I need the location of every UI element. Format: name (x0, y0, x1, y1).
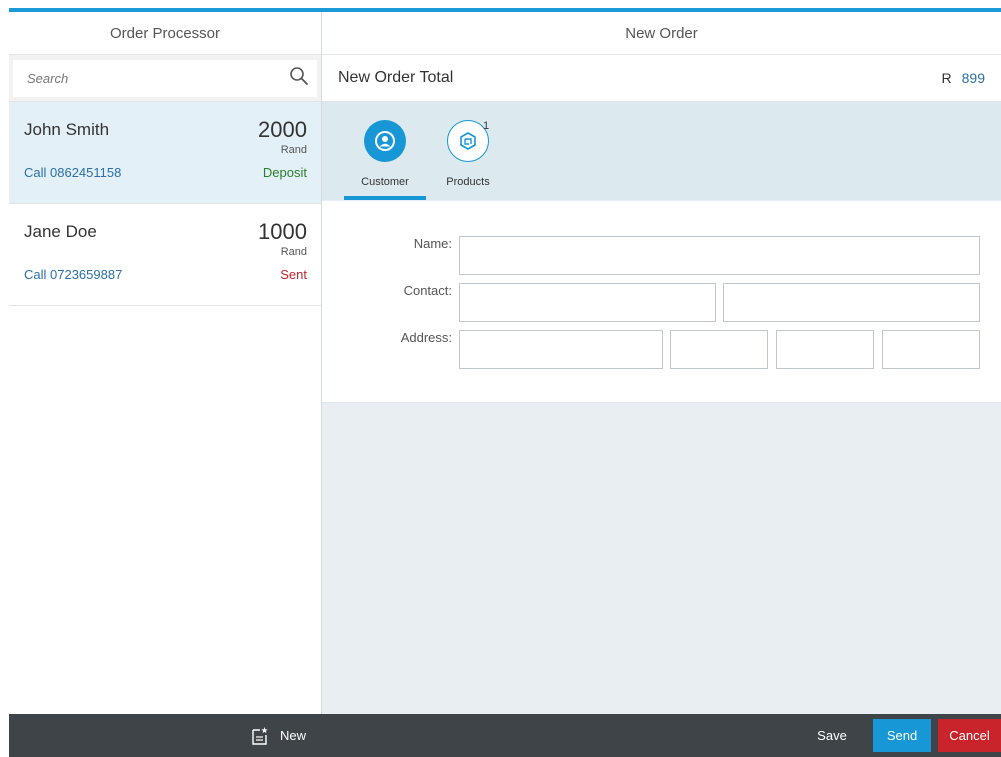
list-item-number: 2000 (258, 117, 307, 142)
save-button[interactable]: Save (808, 719, 856, 752)
address-city-field[interactable] (670, 330, 768, 369)
order-total-title: New Order Total (338, 69, 454, 86)
contact-phone-field[interactable] (459, 283, 716, 322)
currency-label: R (941, 70, 952, 86)
list-item[interactable]: Jane Doe 1000 Rand Call 0723659887 Sent (9, 204, 321, 306)
icon-tab-bar: Customer 1 Products (322, 102, 1001, 200)
contact-label: Contact: (403, 283, 452, 298)
search-icon[interactable] (289, 66, 309, 91)
list-item-number: 1000 (258, 219, 307, 244)
contact-email-field[interactable] (723, 283, 980, 322)
list-item-title: Jane Doe (24, 222, 97, 241)
detail-panel: New Order New Order Total R 899 Customer (322, 12, 1001, 757)
address-region-field[interactable] (776, 330, 874, 369)
status-text: Sent (280, 267, 307, 282)
list-item-unit: Rand (280, 144, 307, 156)
call-link[interactable]: Call 0862451158 (24, 165, 121, 180)
search-input[interactable] (27, 71, 289, 86)
list-item-unit: Rand (280, 246, 307, 258)
customer-icon (364, 120, 406, 162)
send-button[interactable]: Send (873, 719, 931, 752)
detail-title: New Order (322, 12, 1001, 55)
master-footer-toolbar: New (9, 714, 322, 757)
status-text: Deposit (262, 165, 307, 180)
name-field[interactable] (459, 236, 980, 275)
master-panel: Order Processor John Smith 2000 Rand Cal… (9, 12, 322, 757)
list-item-title: John Smith (24, 120, 110, 139)
new-button-label: New (279, 728, 306, 743)
new-document-icon (252, 726, 268, 745)
name-label: Name: (413, 236, 452, 251)
tab-count: 1 (483, 120, 490, 132)
search-field[interactable] (13, 60, 317, 97)
address-postal-field[interactable] (882, 330, 980, 369)
tab-label: Customer (361, 176, 409, 188)
call-link[interactable]: Call 0723659887 (24, 267, 122, 282)
cancel-button[interactable]: Cancel (938, 719, 1001, 752)
tab-products[interactable]: 1 Products (427, 116, 509, 200)
customer-form: Name: Contact: Address: (322, 201, 1001, 403)
address-label: Address: (400, 330, 452, 345)
search-bar (9, 55, 321, 102)
address-street-field[interactable] (459, 330, 663, 369)
order-total-amount: 899 (961, 70, 985, 86)
tab-selected-indicator (344, 196, 426, 200)
list-item[interactable]: John Smith 2000 Rand Call 0862451158 Dep… (9, 102, 321, 204)
object-header: New Order Total R 899 (322, 55, 1001, 102)
tab-customer[interactable]: Customer (344, 116, 426, 200)
new-button[interactable]: New (250, 726, 306, 746)
master-title: Order Processor (9, 12, 321, 55)
tab-label: Products (446, 176, 490, 188)
detail-footer-toolbar: Save Send Cancel (322, 714, 1001, 757)
